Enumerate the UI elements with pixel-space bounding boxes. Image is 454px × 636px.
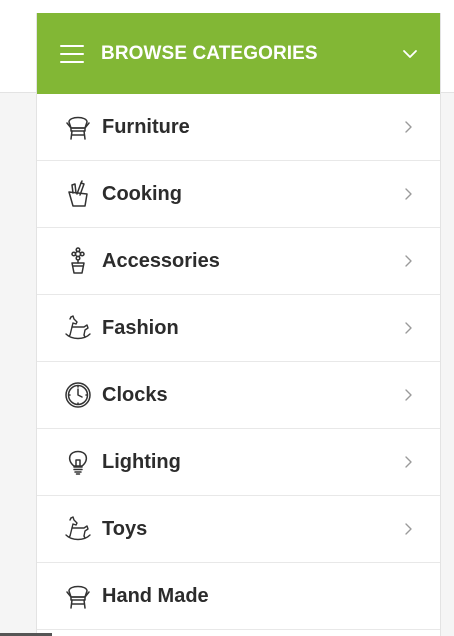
chevron-right-icon: [405, 456, 412, 468]
chevron-right-icon: [405, 389, 412, 401]
chevron-right-icon: [405, 188, 412, 200]
category-list: Furniture Cooking Accessories Fashion Cl…: [37, 94, 440, 630]
category-item-lighting[interactable]: Lighting: [37, 429, 440, 496]
browse-categories-header[interactable]: BROWSE CATEGORIES: [37, 13, 440, 94]
category-label: Furniture: [102, 115, 190, 138]
category-item-furniture[interactable]: Furniture: [37, 94, 440, 161]
browse-categories-menu: BROWSE CATEGORIES Furniture Cooking Acce…: [36, 13, 441, 636]
category-item-toys[interactable]: Toys: [37, 496, 440, 563]
hamburger-icon: [60, 44, 84, 63]
category-label: Lighting: [102, 450, 181, 473]
category-item-cooking[interactable]: Cooking: [37, 161, 440, 228]
category-label: Fashion: [102, 316, 179, 339]
chair-icon: [64, 581, 92, 611]
chevron-right-icon: [405, 322, 412, 334]
category-label: Hand Made: [102, 584, 209, 607]
chair-icon: [64, 112, 92, 142]
browse-categories-title: BROWSE CATEGORIES: [101, 42, 318, 64]
clock-icon: [64, 380, 92, 410]
category-label: Toys: [102, 517, 148, 540]
knife-block-icon: [64, 179, 92, 209]
category-label: Cooking: [102, 182, 182, 205]
chevron-right-icon: [405, 255, 412, 267]
category-item-hand-made[interactable]: Hand Made: [37, 563, 440, 630]
flower-pot-icon: [64, 246, 92, 276]
light-bulb-icon: [64, 447, 92, 477]
category-item-clocks[interactable]: Clocks: [37, 362, 440, 429]
category-label: Accessories: [102, 249, 220, 272]
chevron-down-icon[interactable]: [400, 44, 420, 64]
category-label: Clocks: [102, 383, 168, 406]
chevron-right-icon: [405, 523, 412, 535]
chevron-right-icon: [405, 121, 412, 133]
category-item-accessories[interactable]: Accessories: [37, 228, 440, 295]
category-item-fashion[interactable]: Fashion: [37, 295, 440, 362]
rocking-horse-icon: [64, 514, 92, 544]
rocking-horse-icon: [64, 313, 92, 343]
